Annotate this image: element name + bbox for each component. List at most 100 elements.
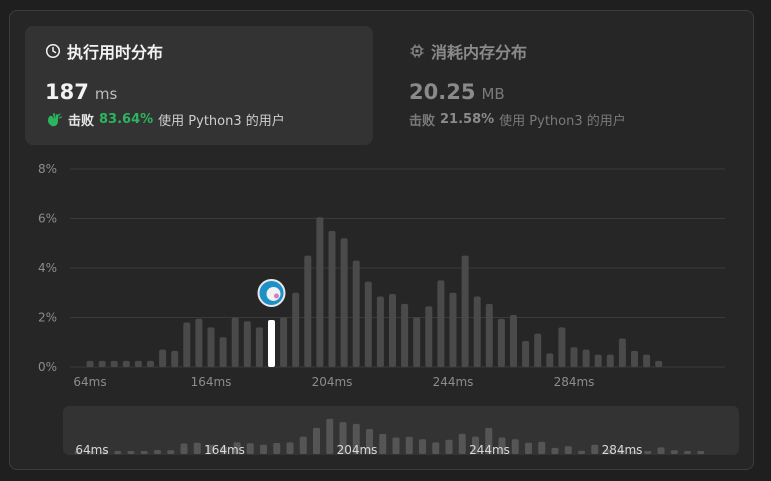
histogram-bar[interactable] xyxy=(401,303,409,367)
navigator-bar xyxy=(538,441,546,454)
histogram-bar[interactable] xyxy=(207,327,215,367)
navigator-bar xyxy=(193,442,201,454)
x-tick-label: 204ms xyxy=(312,375,353,389)
histogram-bar[interactable] xyxy=(461,255,469,367)
navigator-bar xyxy=(657,447,665,454)
histogram-bar[interactable] xyxy=(316,217,324,367)
user-marker xyxy=(257,278,286,307)
histogram-bar[interactable] xyxy=(631,350,638,367)
navigator-bar xyxy=(127,451,135,454)
histogram-bar[interactable] xyxy=(618,338,626,367)
navigator-bar xyxy=(511,439,519,454)
navigator-bar xyxy=(313,427,320,454)
y-tick-label: 6% xyxy=(38,212,57,226)
histogram-bar[interactable] xyxy=(98,360,106,367)
histogram-bar[interactable] xyxy=(534,333,542,367)
histogram-bar[interactable] xyxy=(304,255,312,367)
histogram-bar[interactable] xyxy=(582,349,590,367)
navigator-bar xyxy=(551,447,559,454)
navigator-bar xyxy=(458,433,466,454)
histogram-bar[interactable] xyxy=(376,296,384,367)
navigator-bar xyxy=(405,436,413,454)
histogram-bar[interactable] xyxy=(522,341,530,367)
histogram-bar[interactable] xyxy=(134,360,142,367)
histogram-bar[interactable] xyxy=(243,321,251,367)
y-tick-label: 8% xyxy=(38,162,57,176)
x-tick-label: 164ms xyxy=(191,375,232,389)
histogram-bar[interactable] xyxy=(510,315,517,367)
navigator-bar xyxy=(246,443,254,454)
histogram-bar[interactable] xyxy=(231,317,239,368)
navigator-bar xyxy=(140,451,148,454)
navigator-bar xyxy=(299,436,307,454)
x-tick-label: 64ms xyxy=(73,375,106,389)
histogram-bar[interactable] xyxy=(195,318,203,367)
histogram-bar[interactable] xyxy=(655,360,663,367)
navigator-bar xyxy=(273,442,281,454)
histogram-bar[interactable] xyxy=(171,350,179,367)
navigator-bar xyxy=(260,444,267,454)
x-tick-label: 244ms xyxy=(433,375,474,389)
bars-layer xyxy=(86,217,663,368)
navigator-label: 244ms xyxy=(469,443,510,457)
x-tick-label: 284ms xyxy=(554,375,595,389)
navigator-bar xyxy=(445,439,453,454)
histogram-bar[interactable] xyxy=(328,230,336,367)
navigator-bar xyxy=(154,449,161,454)
histogram-bar[interactable] xyxy=(497,318,505,367)
navigator-label: 284ms xyxy=(602,443,643,457)
navigator-bar xyxy=(114,451,122,454)
histogram-bar[interactable] xyxy=(570,347,578,367)
histogram-bar[interactable] xyxy=(473,296,481,367)
histogram-bar[interactable] xyxy=(147,360,154,367)
histogram-bar[interactable] xyxy=(280,317,288,368)
histogram-bar[interactable] xyxy=(159,349,167,367)
navigator-label: 64ms xyxy=(75,443,108,457)
highlight-bar[interactable] xyxy=(268,319,275,367)
histogram-bar[interactable] xyxy=(364,281,372,367)
histogram-bar[interactable] xyxy=(606,354,614,367)
x-axis-labels: 64ms 164ms 204ms 244ms 284ms xyxy=(73,375,594,389)
histogram-bar[interactable] xyxy=(86,360,94,367)
histogram-bar[interactable] xyxy=(122,360,130,367)
histogram-bar[interactable] xyxy=(546,353,554,367)
navigator-bar xyxy=(591,444,599,454)
range-navigator: 64ms 164ms 204ms 244ms 284ms xyxy=(63,406,739,457)
navigator-label: 204ms xyxy=(337,443,378,457)
navigator-bar xyxy=(564,446,572,454)
navigator-bar xyxy=(644,451,652,454)
histogram-bar[interactable] xyxy=(183,322,191,367)
navigator-bar xyxy=(419,439,426,454)
navigator-bar xyxy=(684,451,691,454)
histogram-bar[interactable] xyxy=(413,317,421,368)
navigator-bar xyxy=(286,442,294,454)
navigator-bar xyxy=(578,450,585,454)
runtime-histogram: 8% 6% 4% 2% 0% 64ms 164ms 204ms 244ms 284ms 64ms… xyxy=(38,162,739,457)
navigator-bar xyxy=(525,442,532,454)
histogram-bar[interactable] xyxy=(643,354,651,367)
histogram-bar[interactable] xyxy=(110,360,118,367)
y-tick-label: 4% xyxy=(38,261,57,275)
y-tick-label: 2% xyxy=(38,311,57,325)
histogram-bar[interactable] xyxy=(485,303,493,367)
navigator-bar xyxy=(326,418,334,454)
user-avatar-icon[interactable] xyxy=(257,278,286,307)
navigator-bar xyxy=(379,433,387,454)
histogram-bar[interactable] xyxy=(255,327,263,367)
histogram-bar[interactable] xyxy=(389,293,396,367)
histogram-bar[interactable] xyxy=(558,327,566,367)
navigator-bar xyxy=(697,451,705,454)
navigator-bar xyxy=(167,450,175,454)
histogram-bar[interactable] xyxy=(437,280,445,367)
histogram-bar[interactable] xyxy=(219,337,227,367)
navigator-label: 164ms xyxy=(204,443,245,457)
navigator-bar xyxy=(432,442,440,454)
navigator-bar xyxy=(392,437,400,454)
histogram-bar[interactable] xyxy=(425,306,433,367)
histogram-bar[interactable] xyxy=(594,354,602,367)
histogram-bar[interactable] xyxy=(352,260,360,367)
navigator-bar xyxy=(670,450,678,454)
histogram-bar[interactable] xyxy=(340,238,348,367)
histogram-bar[interactable] xyxy=(449,292,457,367)
histogram-bar[interactable] xyxy=(292,292,300,367)
